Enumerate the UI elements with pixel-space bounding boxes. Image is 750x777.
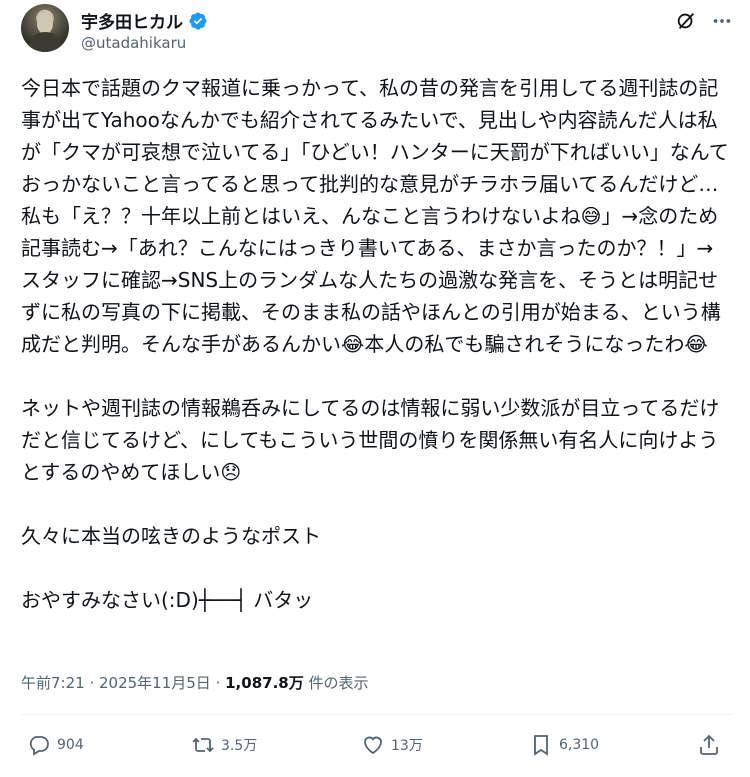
repost-icon (192, 737, 214, 753)
post-paragraph: 今日本で話題のクマ報道に乗っかって、私の昔の発言を引用してる週刊誌の記事が出てY… (21, 76, 729, 356)
share-button[interactable] (697, 733, 721, 757)
like-button[interactable]: 13万 (361, 733, 423, 757)
avatar[interactable] (21, 4, 69, 52)
reply-count: 904 (57, 737, 84, 753)
author-display-name[interactable]: 宇多田ヒカル (81, 8, 183, 33)
action-bar: 904 3.5万 13万 6,310 (21, 733, 733, 765)
post-time[interactable]: 午前7:21 (21, 674, 85, 692)
like-count: 13万 (391, 738, 423, 754)
view-count: 1,087.8万 (225, 674, 304, 692)
divider (21, 714, 733, 715)
bookmark-count: 6,310 (559, 737, 600, 753)
post-text: 今日本で話題のクマ報道に乗っかって、私の昔の発言を引用してる週刊誌の記事が出てY… (21, 72, 733, 616)
post-paragraph: 久々に本当の呟きのようなポスト (21, 524, 321, 548)
like-icon (364, 736, 382, 755)
post-paragraph: ネットや週刊誌の情報鵜呑みにしてるのは情報に弱い少数派が目立ってるだけだと信じて… (21, 396, 720, 484)
post-header: 宇多田ヒカル @utadahikaru (21, 4, 733, 60)
header-actions (675, 10, 733, 32)
more-icon[interactable] (711, 10, 733, 32)
share-icon (700, 734, 718, 755)
post-meta: 午前7:21 · 2025年11月5日 · 1,087.8万 件の表示 (21, 672, 369, 693)
reply-icon (29, 736, 49, 756)
meta-separator: · (210, 674, 226, 692)
author-name-row[interactable]: 宇多田ヒカル (81, 8, 208, 33)
grok-icon[interactable] (675, 10, 697, 32)
bookmark-button[interactable]: 6,310 (529, 733, 599, 757)
post-paragraph: おやすみなさい(:D)┼──┤ バタッ (21, 588, 314, 612)
reply-button[interactable]: 904 (27, 733, 84, 757)
meta-separator: · (84, 674, 99, 692)
verified-badge-icon (189, 11, 207, 30)
bookmark-icon (534, 735, 548, 756)
views-label: 件の表示 (303, 674, 369, 692)
repost-count: 3.5万 (221, 738, 258, 754)
repost-button[interactable]: 3.5万 (191, 733, 257, 757)
author-handle[interactable]: @utadahikaru (81, 34, 186, 52)
post-date[interactable]: 2025年11月5日 (99, 674, 211, 692)
